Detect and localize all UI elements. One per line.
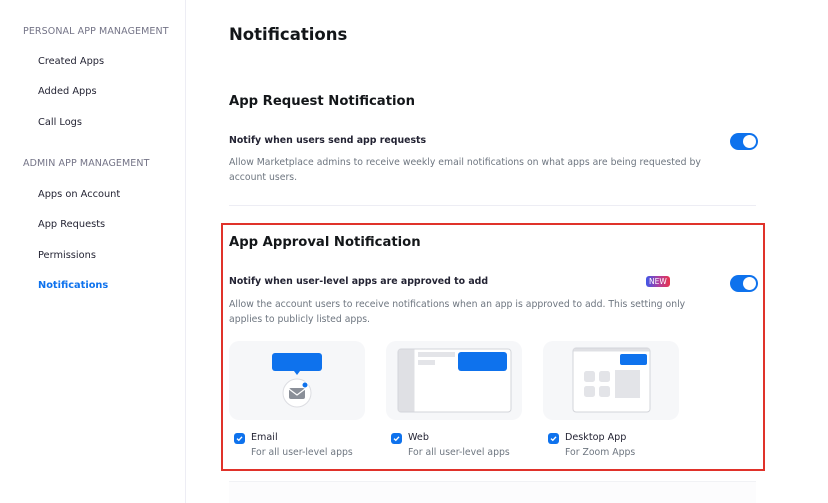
desktop-app-option-sublabel: For Zoom Apps: [565, 447, 636, 458]
web-option-label: Web: [408, 432, 429, 443]
sidebar-item-permissions[interactable]: Permissions: [38, 250, 96, 261]
next-section-edge: [229, 481, 756, 503]
web-checkbox[interactable]: [391, 433, 402, 444]
section-divider: [229, 205, 756, 206]
new-badge: NEW: [646, 276, 670, 287]
desktop-app-option-label: Desktop App: [565, 432, 627, 443]
setting-description-app-requests: Allow Marketplace admins to receive week…: [229, 157, 701, 183]
email-option-label: Email: [251, 432, 278, 443]
sidebar-item-apps-on-account[interactable]: Apps on Account: [38, 189, 120, 200]
toggle-app-approval-notification[interactable]: [730, 275, 758, 292]
desktop-illustration: [543, 341, 679, 420]
sidebar-group-personal-app-management: PERSONAL APP MANAGEMENT: [23, 26, 169, 37]
sidebar-group-admin-app-management: ADMIN APP MANAGEMENT: [23, 158, 150, 169]
desktop-app-icon: [572, 347, 651, 413]
email-illustration: [229, 341, 365, 420]
sidebar-item-app-requests[interactable]: App Requests: [38, 219, 105, 230]
toggle-knob: [743, 135, 756, 148]
web-illustration: [386, 341, 522, 420]
toggle-app-request-notification[interactable]: [730, 133, 758, 150]
sidebar-item-created-apps[interactable]: Created Apps: [38, 56, 104, 67]
toggle-knob: [743, 277, 756, 290]
setting-description-app-approval: Allow the account users to receive notif…: [229, 299, 686, 325]
sidebar-item-call-logs[interactable]: Call Logs: [38, 117, 82, 128]
page-title: Notifications: [229, 25, 348, 44]
main-content: Notifications App Request Notification N…: [187, 0, 828, 503]
sidebar-item-added-apps[interactable]: Added Apps: [38, 86, 97, 97]
sidebar: PERSONAL APP MANAGEMENT Created Apps Add…: [0, 0, 186, 503]
setting-label-app-approval: Notify when user-level apps are approved…: [229, 276, 489, 287]
email-checkbox[interactable]: [234, 433, 245, 444]
section-title-app-approval: App Approval Notification: [229, 235, 421, 250]
setting-label-app-requests: Notify when users send app requests: [229, 135, 427, 146]
sidebar-item-notifications[interactable]: Notifications: [38, 280, 108, 291]
web-option-sublabel: For all user-level apps: [408, 447, 510, 458]
desktop-app-checkbox[interactable]: [548, 433, 559, 444]
email-notification-icon: [272, 353, 322, 408]
email-option-sublabel: For all user-level apps: [251, 447, 353, 458]
web-browser-icon: [397, 348, 512, 413]
section-title-app-request: App Request Notification: [229, 94, 415, 109]
